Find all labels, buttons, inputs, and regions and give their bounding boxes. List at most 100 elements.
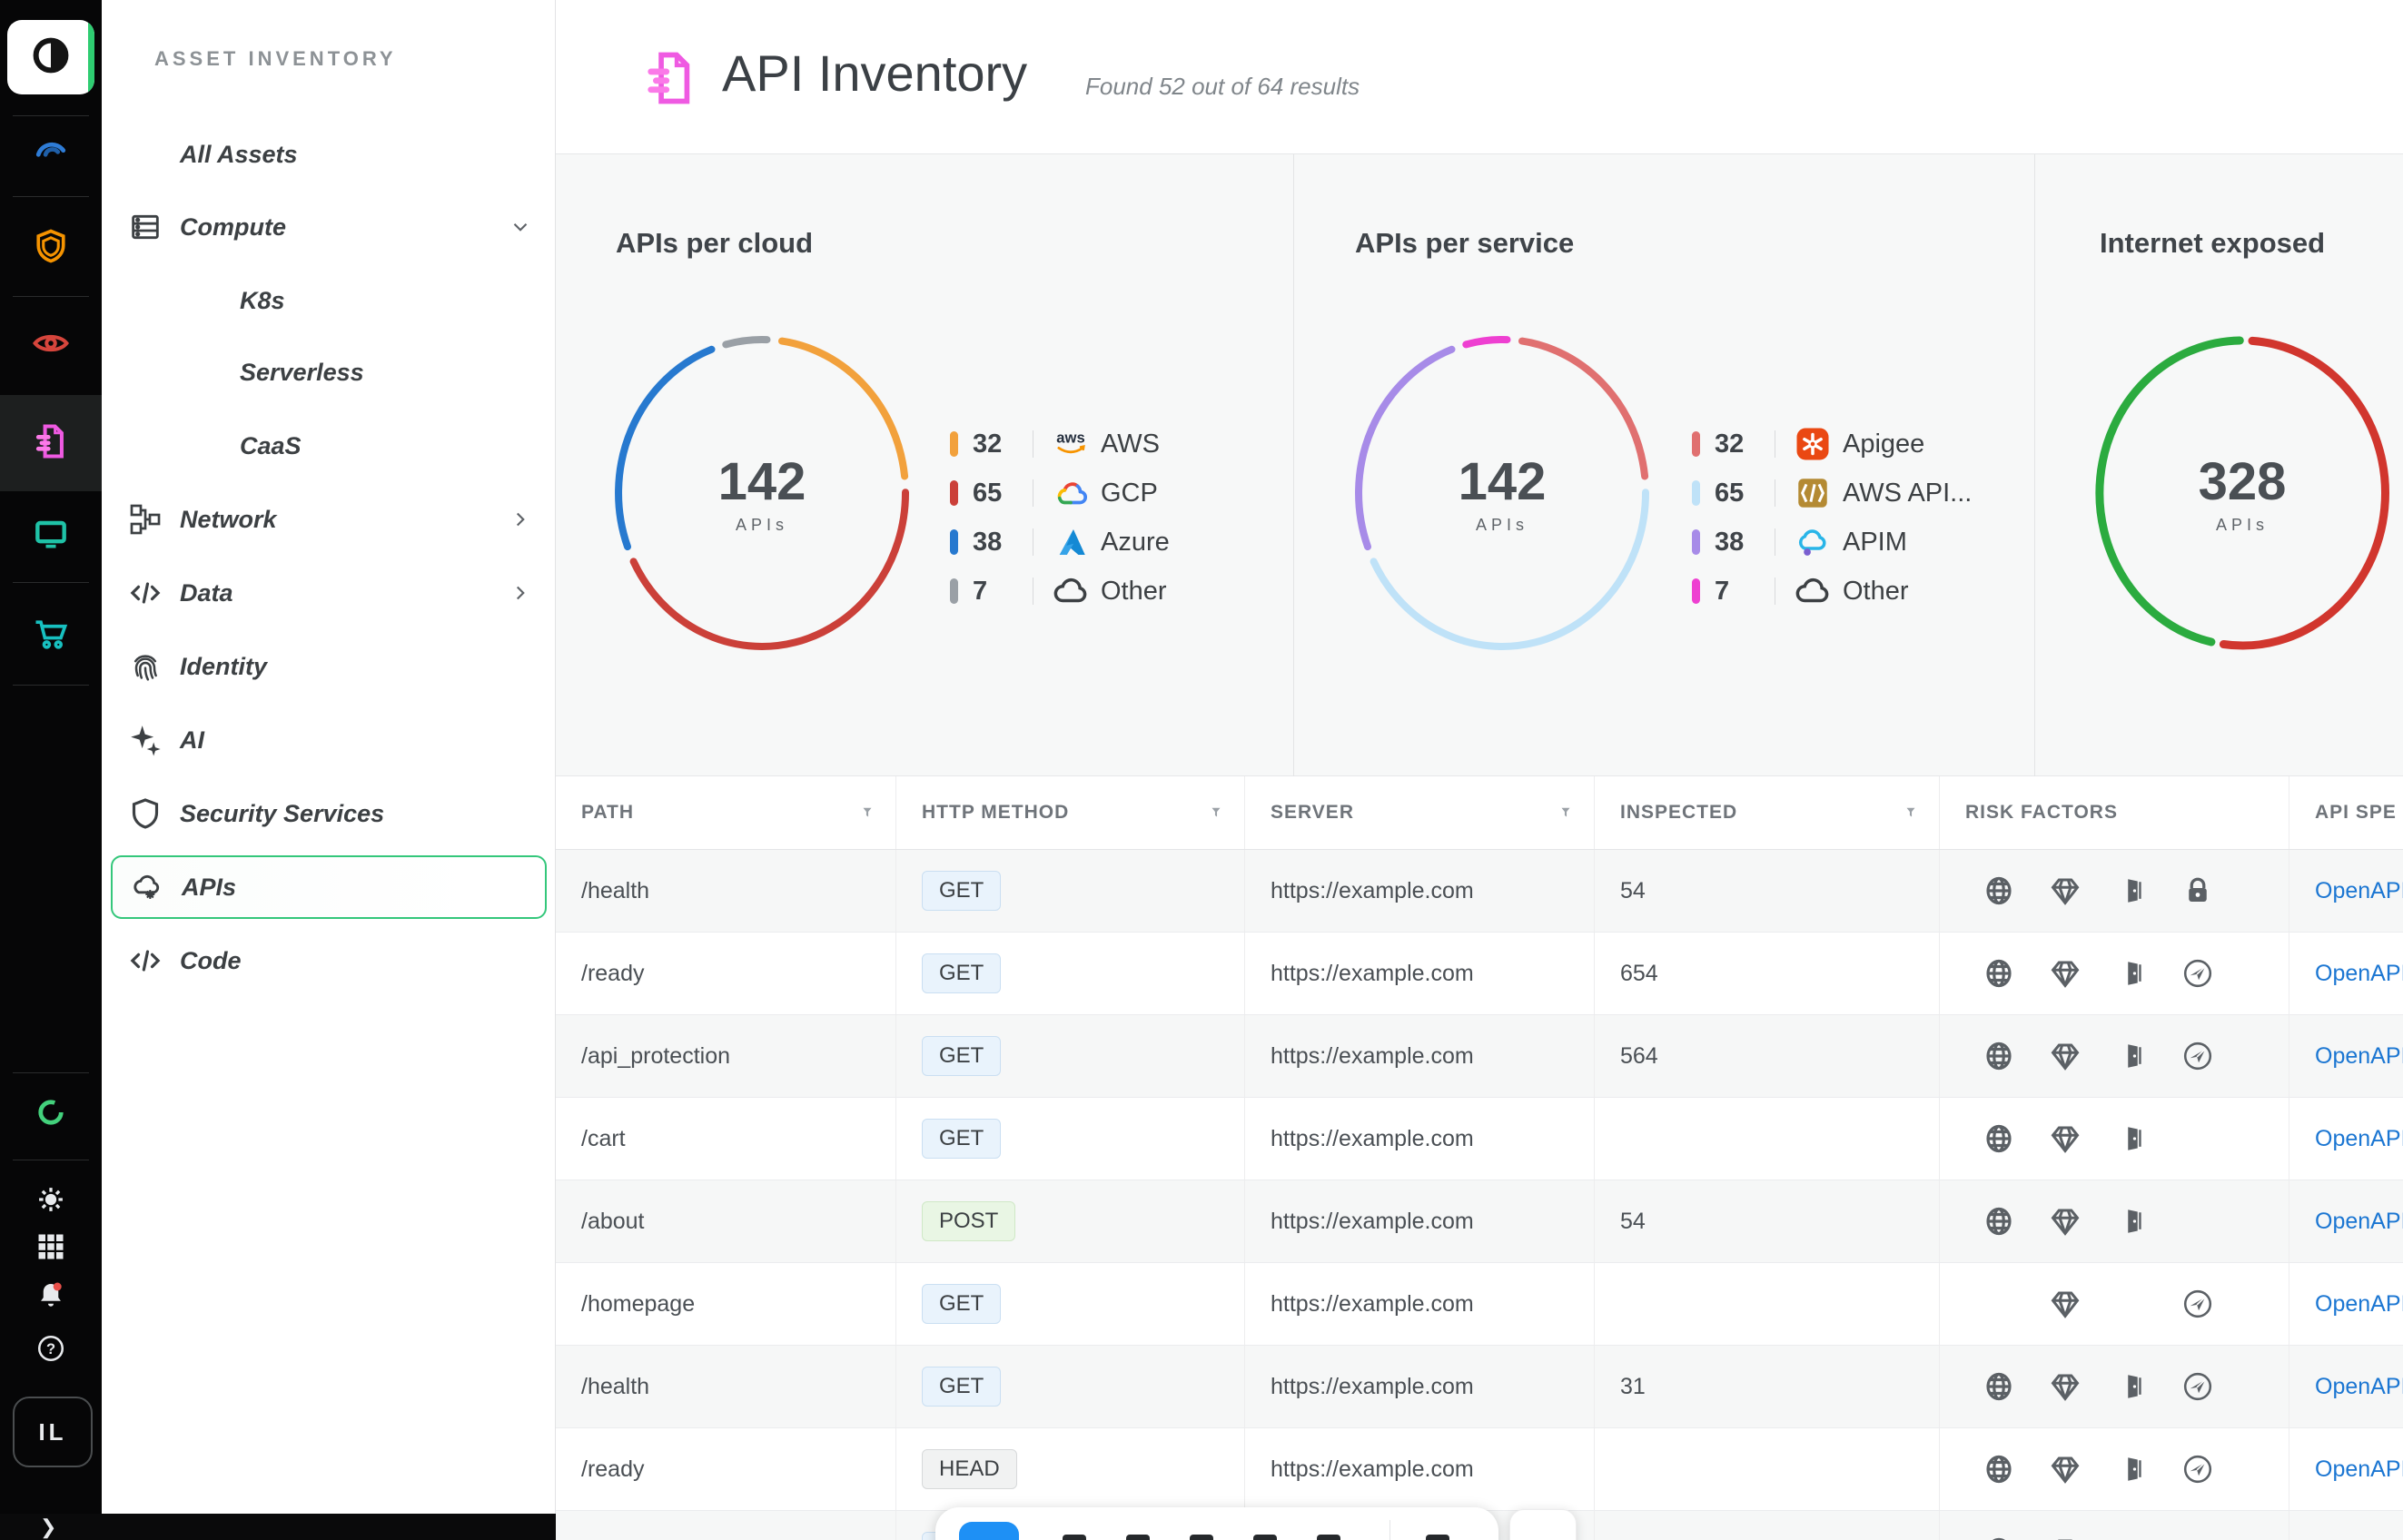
rail-item-bell[interactable] — [0, 1267, 102, 1327]
risk-globe-icon[interactable] — [1965, 1040, 2032, 1072]
risk-gem-icon[interactable] — [2032, 1535, 2098, 1540]
risk-door-icon[interactable] — [2098, 957, 2164, 990]
sparkles-icon — [127, 722, 163, 758]
risk-gem-icon[interactable] — [2032, 874, 2098, 907]
risk-gem-icon[interactable] — [2032, 1453, 2098, 1486]
floating-toolbar[interactable] — [935, 1507, 1498, 1540]
risk-gem-icon[interactable] — [2032, 1205, 2098, 1238]
column-header-path[interactable]: PATH — [556, 776, 895, 849]
sidebar-item-code[interactable]: Code — [111, 929, 547, 992]
risk-gem-icon[interactable] — [2032, 957, 2098, 990]
network-icon — [127, 501, 163, 538]
risk-gem-icon[interactable] — [2032, 1040, 2098, 1072]
risk-globe-icon[interactable] — [1965, 1122, 2032, 1155]
fingerprint-icon — [127, 648, 163, 685]
sidebar-item-serverless[interactable]: Serverless — [111, 341, 547, 404]
sidebar-item-data[interactable]: Data — [111, 561, 547, 625]
risk-globe-icon[interactable] — [1965, 957, 2032, 990]
sidebar-item-k8s[interactable]: K8s — [111, 269, 547, 332]
sidebar-item-caas[interactable]: CaaS — [111, 414, 547, 478]
sidebar-item-apis[interactable]: APIs — [111, 855, 547, 919]
api-spec-link[interactable]: OpenAPI — [2315, 1456, 2403, 1483]
risk-door-icon[interactable] — [2098, 1453, 2164, 1486]
path-cell: /ready — [556, 933, 895, 1014]
table-row[interactable]: /cartGEThttps://example.comOpenAPI — [556, 1098, 2403, 1180]
table-row[interactable]: /readyHEADhttps://example.comOpenAPI — [556, 1428, 2403, 1511]
risk-door-icon[interactable] — [2098, 1205, 2164, 1238]
risk-globe-icon[interactable] — [1965, 1453, 2032, 1486]
rail-item-shield-orange[interactable] — [0, 206, 102, 290]
chart-legend: 32Apigee65AWS API...38APIM7Other — [1692, 420, 1972, 616]
toolbar-icon[interactable] — [1253, 1535, 1277, 1540]
toolbar-icon[interactable] — [1126, 1535, 1150, 1540]
filter-icon[interactable] — [1558, 805, 1574, 821]
risk-gem-icon[interactable] — [2032, 1122, 2098, 1155]
filter-icon[interactable] — [1903, 805, 1919, 821]
api-spec-link[interactable]: OpenAPI — [2315, 1043, 2403, 1070]
user-chip[interactable]: IL — [13, 1397, 93, 1467]
column-header-api-spe[interactable]: API SPE — [2289, 776, 2403, 849]
risk-plane-icon[interactable] — [2164, 1288, 2230, 1320]
risk-globe-icon[interactable] — [1965, 1370, 2032, 1403]
api-spec-link[interactable]: OpenAPI — [2315, 1126, 2403, 1152]
risk-globe-icon[interactable] — [1965, 874, 2032, 907]
method-cell: POST — [895, 1180, 1244, 1262]
table-row[interactable]: /aboutPOSThttps://example.com54OpenAPI — [556, 1180, 2403, 1263]
table-row[interactable]: /readyGEThttps://example.com654OpenAPI — [556, 933, 2403, 1015]
sidebar-expand-footer[interactable]: ❯ — [0, 1514, 556, 1540]
column-header-risk-factors[interactable]: RISK FACTORS — [1939, 776, 2289, 849]
orca-logo[interactable] — [7, 20, 94, 94]
column-header-inspected[interactable]: INSPECTED — [1594, 776, 1939, 849]
sidebar-item-identity[interactable]: Identity — [111, 635, 547, 698]
risk-door-icon[interactable] — [2098, 1370, 2164, 1403]
sidebar-item-network[interactable]: Network — [111, 488, 547, 551]
rail-item-cloud-visibility[interactable] — [0, 107, 102, 191]
toolbar-icon[interactable] — [1063, 1535, 1086, 1540]
api-spec-link[interactable]: OpenAPI — [2315, 1374, 2403, 1400]
risk-lock-icon[interactable] — [2164, 874, 2230, 907]
legend-item: 38Azure — [950, 518, 1170, 567]
rail-item-ring-green[interactable] — [0, 1084, 102, 1144]
risk-globe-icon[interactable] — [1965, 1205, 2032, 1238]
rail-item-api-doc-pink[interactable] — [0, 395, 102, 491]
risk-gem-icon[interactable] — [2032, 1370, 2098, 1403]
rail-item-cart-teal[interactable] — [0, 594, 102, 677]
sidebar-item-all-assets[interactable]: All Assets — [111, 123, 547, 186]
toolbar-icon[interactable] — [1426, 1535, 1449, 1540]
api-spec-link[interactable]: OpenAPI — [2315, 961, 2403, 987]
api-spec-link[interactable]: OpenAPI — [2315, 1291, 2403, 1318]
rail-item-monitor-teal[interactable] — [0, 493, 102, 577]
column-label: INSPECTED — [1620, 802, 1737, 824]
toolbar-icon[interactable] — [1317, 1535, 1340, 1540]
filter-icon[interactable] — [859, 805, 875, 821]
filter-icon[interactable] — [1208, 805, 1224, 821]
sidebar-item-ai[interactable]: AI — [111, 708, 547, 772]
risk-globe-icon[interactable] — [1965, 1535, 2032, 1540]
table-row[interactable]: /healthGEThttps://example.com31OpenAPI — [556, 1346, 2403, 1428]
risk-door-icon[interactable] — [2098, 1122, 2164, 1155]
risk-door-icon[interactable] — [2098, 1040, 2164, 1072]
column-header-server[interactable]: SERVER — [1244, 776, 1594, 849]
donut-center: 328APIs — [2199, 451, 2287, 535]
risk-plane-icon[interactable] — [2164, 1370, 2230, 1403]
sidebar-item-security-services[interactable]: Security Services — [111, 782, 547, 845]
svg-text:aws: aws — [1056, 429, 1084, 446]
rail-item-help[interactable]: ? — [0, 1320, 102, 1380]
rail-item-eye-red[interactable] — [0, 303, 102, 387]
column-header-http-method[interactable]: HTTP METHOD — [895, 776, 1244, 849]
toolbar-primary-button[interactable] — [959, 1522, 1019, 1540]
table-row[interactable]: /healthGEThttps://example.com54OpenAPI — [556, 850, 2403, 933]
toolbar-icon[interactable] — [1190, 1535, 1213, 1540]
risk-plane-icon[interactable] — [2164, 1040, 2230, 1072]
legend-value: 32 — [1715, 429, 1775, 459]
toolbar-mini-button[interactable] — [1509, 1509, 1577, 1540]
risk-door-icon[interactable] — [2098, 874, 2164, 907]
api-spec-link[interactable]: OpenAPI — [2315, 1209, 2403, 1235]
sidebar-item-compute[interactable]: Compute — [111, 195, 547, 259]
table-row[interactable]: /homepageGEThttps://example.comOpenAPI — [556, 1263, 2403, 1346]
table-row[interactable]: /api_protectionGEThttps://example.com564… — [556, 1015, 2403, 1098]
risk-gem-icon[interactable] — [2032, 1288, 2098, 1320]
risk-plane-icon[interactable] — [2164, 957, 2230, 990]
risk-plane-icon[interactable] — [2164, 1453, 2230, 1486]
api-spec-link[interactable]: OpenAPI — [2315, 878, 2403, 904]
